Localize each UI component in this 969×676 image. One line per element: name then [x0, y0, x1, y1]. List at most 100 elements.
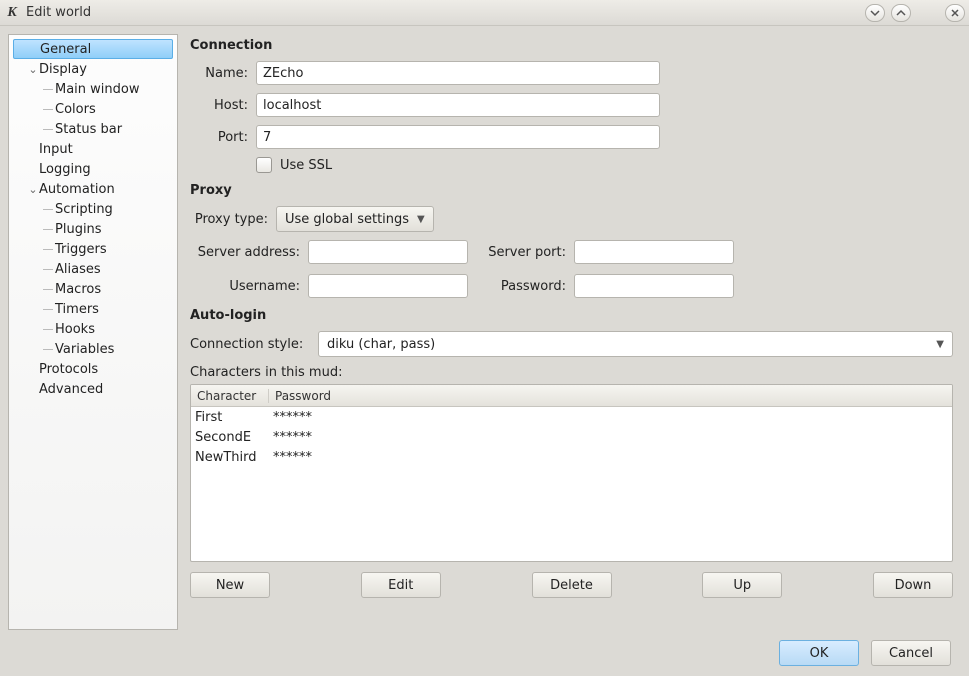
cell-character: SecondE	[191, 430, 269, 445]
tree-item-label: Plugins	[55, 222, 102, 237]
tree-connector-icon	[43, 302, 55, 317]
characters-label: Characters in this mud:	[190, 365, 953, 380]
tree-item-colors[interactable]: Colors	[13, 99, 173, 119]
tree-item-plugins[interactable]: Plugins	[13, 219, 173, 239]
tree-connector-icon	[43, 242, 55, 257]
tree-item-label: Protocols	[39, 362, 98, 377]
tree-connector-icon	[43, 202, 55, 217]
tree-connector-icon	[43, 222, 55, 237]
tree-item-label: General	[40, 42, 91, 57]
connection-style-label: Connection style:	[190, 337, 310, 352]
host-input[interactable]	[256, 93, 660, 117]
up-button[interactable]: Up	[702, 572, 782, 598]
tree-item-variables[interactable]: Variables	[13, 339, 173, 359]
edit-button[interactable]: Edit	[361, 572, 441, 598]
cancel-button[interactable]: Cancel	[871, 640, 951, 666]
titlebar: K Edit world	[0, 0, 969, 26]
tree-item-label: Scripting	[55, 202, 113, 217]
proxy-username-input[interactable]	[308, 274, 468, 298]
app-icon: K	[4, 5, 20, 21]
delete-button[interactable]: Delete	[532, 572, 612, 598]
down-button[interactable]: Down	[873, 572, 953, 598]
tree-item-scripting[interactable]: Scripting	[13, 199, 173, 219]
cell-password: ******	[269, 450, 952, 465]
cell-password: ******	[269, 410, 952, 425]
tree-item-status-bar[interactable]: Status bar	[13, 119, 173, 139]
window-buttons	[865, 4, 965, 22]
characters-table[interactable]: Character Password First******SecondE***…	[190, 384, 953, 562]
tree-connector-icon	[43, 262, 55, 277]
tree-item-label: Macros	[55, 282, 101, 297]
tree-item-general[interactable]: General	[13, 39, 173, 59]
tree-connector-icon	[43, 82, 55, 97]
cell-character: First	[191, 410, 269, 425]
dropdown-arrow-icon: ▼	[936, 339, 944, 350]
tree-connector-icon	[43, 122, 55, 137]
tree-item-advanced[interactable]: Advanced	[13, 379, 173, 399]
table-row[interactable]: SecondE******	[191, 427, 952, 447]
cell-password: ******	[269, 430, 952, 445]
proxy-type-select[interactable]: Use global settings ▼	[276, 206, 434, 232]
tree-item-automation[interactable]: ⌄Automation	[13, 179, 173, 199]
port-label: Port:	[190, 130, 248, 145]
connection-style-value: diku (char, pass)	[327, 337, 435, 352]
tree-item-label: Advanced	[39, 382, 103, 397]
tree-item-input[interactable]: Input	[13, 139, 173, 159]
tree-item-label: Colors	[55, 102, 96, 117]
dropdown-arrow-icon: ▼	[417, 214, 425, 225]
proxy-server-address-label: Server address:	[190, 245, 300, 260]
proxy-type-label: Proxy type:	[190, 212, 268, 227]
chevron-down-icon	[870, 8, 880, 18]
connection-style-select[interactable]: diku (char, pass) ▼	[318, 331, 953, 357]
tree-item-hooks[interactable]: Hooks	[13, 319, 173, 339]
tree-item-label: Display	[39, 62, 87, 77]
proxy-type-value: Use global settings	[285, 212, 409, 227]
section-autologin-title: Auto-login	[190, 308, 953, 323]
minimize-button[interactable]	[865, 4, 885, 22]
table-row[interactable]: NewThird******	[191, 447, 952, 467]
table-header: Character Password	[191, 385, 952, 407]
tree-item-label: Timers	[55, 302, 99, 317]
maximize-button[interactable]	[891, 4, 911, 22]
tree-item-label: Hooks	[55, 322, 95, 337]
tree-item-label: Triggers	[55, 242, 107, 257]
use-ssl-checkbox[interactable]	[256, 157, 272, 173]
name-input[interactable]	[256, 61, 660, 85]
col-password[interactable]: Password	[269, 389, 952, 403]
new-button[interactable]: New	[190, 572, 270, 598]
tree-item-label: Automation	[39, 182, 115, 197]
tree-connector-icon	[43, 342, 55, 357]
tree-item-main-window[interactable]: Main window	[13, 79, 173, 99]
tree-item-triggers[interactable]: Triggers	[13, 239, 173, 259]
tree-connector-icon	[43, 102, 55, 117]
tree-item-label: Logging	[39, 162, 91, 177]
close-button[interactable]	[945, 4, 965, 22]
proxy-password-label: Password:	[476, 279, 566, 294]
ok-button[interactable]: OK	[779, 640, 859, 666]
proxy-server-address-input[interactable]	[308, 240, 468, 264]
port-input[interactable]	[256, 125, 660, 149]
tree-item-label: Status bar	[55, 122, 122, 137]
use-ssl-label: Use SSL	[280, 158, 332, 173]
tree-item-macros[interactable]: Macros	[13, 279, 173, 299]
content-pane: Connection Name: Host: Port: Use SSL Pro…	[190, 34, 961, 630]
table-row[interactable]: First******	[191, 407, 952, 427]
tree-connector-icon	[43, 322, 55, 337]
dialog-footer: OK Cancel	[0, 630, 969, 676]
col-character[interactable]: Character	[191, 389, 269, 403]
tree-item-protocols[interactable]: Protocols	[13, 359, 173, 379]
chevron-up-icon	[896, 8, 906, 18]
tree-item-timers[interactable]: Timers	[13, 299, 173, 319]
proxy-password-input[interactable]	[574, 274, 734, 298]
collapse-icon[interactable]: ⌄	[27, 63, 39, 76]
proxy-server-port-input[interactable]	[574, 240, 734, 264]
tree-item-logging[interactable]: Logging	[13, 159, 173, 179]
tree-item-display[interactable]: ⌄Display	[13, 59, 173, 79]
collapse-icon[interactable]: ⌄	[27, 183, 39, 196]
section-proxy-title: Proxy	[190, 183, 953, 198]
host-label: Host:	[190, 98, 248, 113]
section-connection-title: Connection	[190, 38, 953, 53]
tree-item-aliases[interactable]: Aliases	[13, 259, 173, 279]
tree-item-label: Aliases	[55, 262, 101, 277]
category-tree[interactable]: General⌄DisplayMain windowColorsStatus b…	[8, 34, 178, 630]
